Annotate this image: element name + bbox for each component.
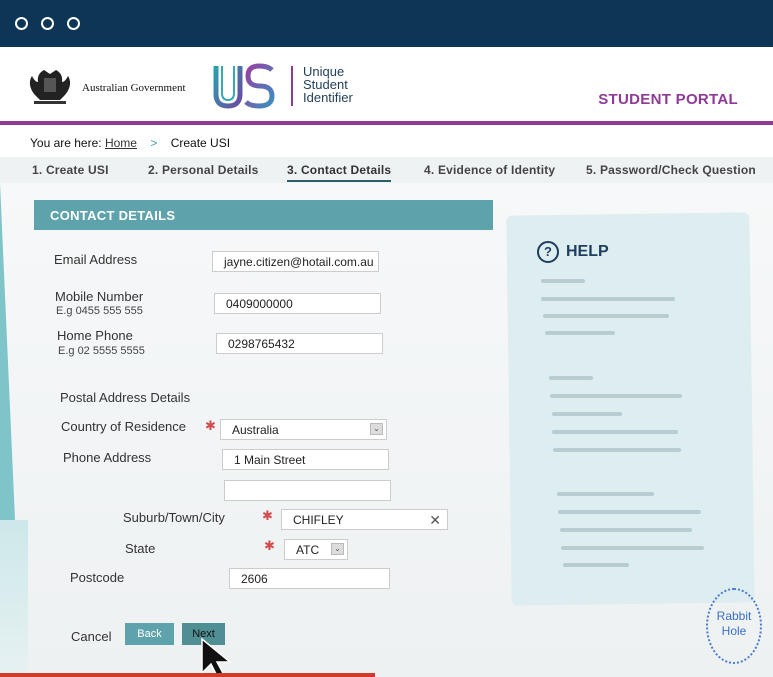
home-phone-field[interactable]: 0298765432 [216,333,383,354]
step-password-check-question[interactable]: 5. Password/Check Question [586,163,756,177]
decorative-teal-gradient [0,520,28,677]
state-select-value: ATC [296,543,320,557]
postal-address-heading: Postal Address Details [60,390,191,405]
breadcrumb-separator-icon: > [150,136,158,150]
breadcrumb: You are here: Home > Create USI [30,136,230,150]
state-label: State [125,541,156,556]
window-close-dot[interactable] [15,17,28,30]
suburb-field-value: CHIFLEY [293,513,344,527]
government-crest-icon [29,70,71,104]
help-text-line [543,314,669,318]
help-question-icon[interactable]: ? [537,241,559,263]
watermark-line2: Hole [721,624,747,638]
country-select[interactable]: Australia ⌄ [220,419,387,440]
cancel-link[interactable]: Cancel [71,629,111,644]
suburb-field[interactable]: CHIFLEY ✕ [281,509,448,530]
address-line1-field[interactable]: 1 Main Street [222,449,389,470]
header-divider [0,121,773,125]
step-personal-details[interactable]: 2. Personal Details [148,163,259,177]
mobile-field[interactable]: 0409000000 [214,293,381,314]
section-title: CONTACT DETAILS [50,208,176,223]
mouse-pointer-icon [201,637,233,677]
mobile-hint: E.g 0455 555 555 [56,305,143,317]
help-text-line [541,279,585,283]
portal-title: STUDENT PORTAL [598,91,738,108]
state-select[interactable]: ATC ⌄ [284,539,348,560]
usi-logo-icon[interactable] [212,60,300,112]
help-text-line [558,510,701,514]
breadcrumb-current: Create USI [170,136,231,150]
email-field[interactable]: jayne.citizen@hotail.com.au [212,251,379,272]
required-icon: ✱ [264,538,275,553]
chevron-down-icon[interactable]: ⌄ [370,423,383,435]
help-text-line [552,430,678,434]
breadcrumb-home-link[interactable]: Home [105,136,137,150]
help-text-line [563,563,629,567]
email-label: Email Address [54,252,138,267]
help-text-line [552,412,622,416]
help-text-line [557,492,654,496]
window-maximize-dot[interactable] [67,17,80,30]
step-evidence-of-identity[interactable]: 4. Evidence of Identity [424,163,555,177]
help-text-line [553,448,681,452]
home-phone-label: Home Phone [57,328,133,343]
required-icon: ✱ [262,508,273,523]
suburb-label: Suburb/Town/City [123,510,225,525]
address-label: Phone Address [63,450,152,465]
help-text-line [560,528,692,532]
watermark-line1: Rabbit [716,609,752,623]
help-text-line [541,297,675,301]
back-button[interactable]: Back [125,623,174,645]
usi-wordmark: Unique Student Identifier [303,65,353,104]
government-label: Australian Government [82,82,186,94]
required-icon: ✱ [205,418,216,433]
postcode-field[interactable]: 2606 [229,568,390,589]
mobile-label: Mobile Number [55,289,144,304]
step-navigation: 1. Create USI 2. Personal Details 3. Con… [0,157,773,183]
watermark-text: Rabbit Hole [706,609,762,639]
address-line2-field[interactable] [224,480,391,501]
help-text-line [545,331,615,335]
help-text-line [561,546,704,550]
video-progress-bar[interactable] [0,673,375,677]
help-title: HELP [566,243,609,260]
step-contact-details[interactable]: 3. Contact Details [287,163,392,182]
breadcrumb-prefix: You are here: [30,136,102,150]
chevron-down-icon[interactable]: ⌄ [331,543,344,555]
window-minimize-dot[interactable] [41,17,54,30]
help-text-line [550,394,682,398]
section-header: CONTACT DETAILS [34,200,493,230]
home-phone-hint: E.g 02 5555 5555 [58,345,145,357]
window-titlebar [0,0,773,47]
country-select-value: Australia [232,423,279,437]
usi-wordmark-line3: Identifier [303,90,353,105]
clear-icon[interactable]: ✕ [429,512,441,529]
postcode-label: Postcode [70,570,125,585]
help-text-line [549,376,593,380]
country-label: Country of Residence [61,419,187,434]
step-create-usi[interactable]: 1. Create USI [32,163,109,177]
